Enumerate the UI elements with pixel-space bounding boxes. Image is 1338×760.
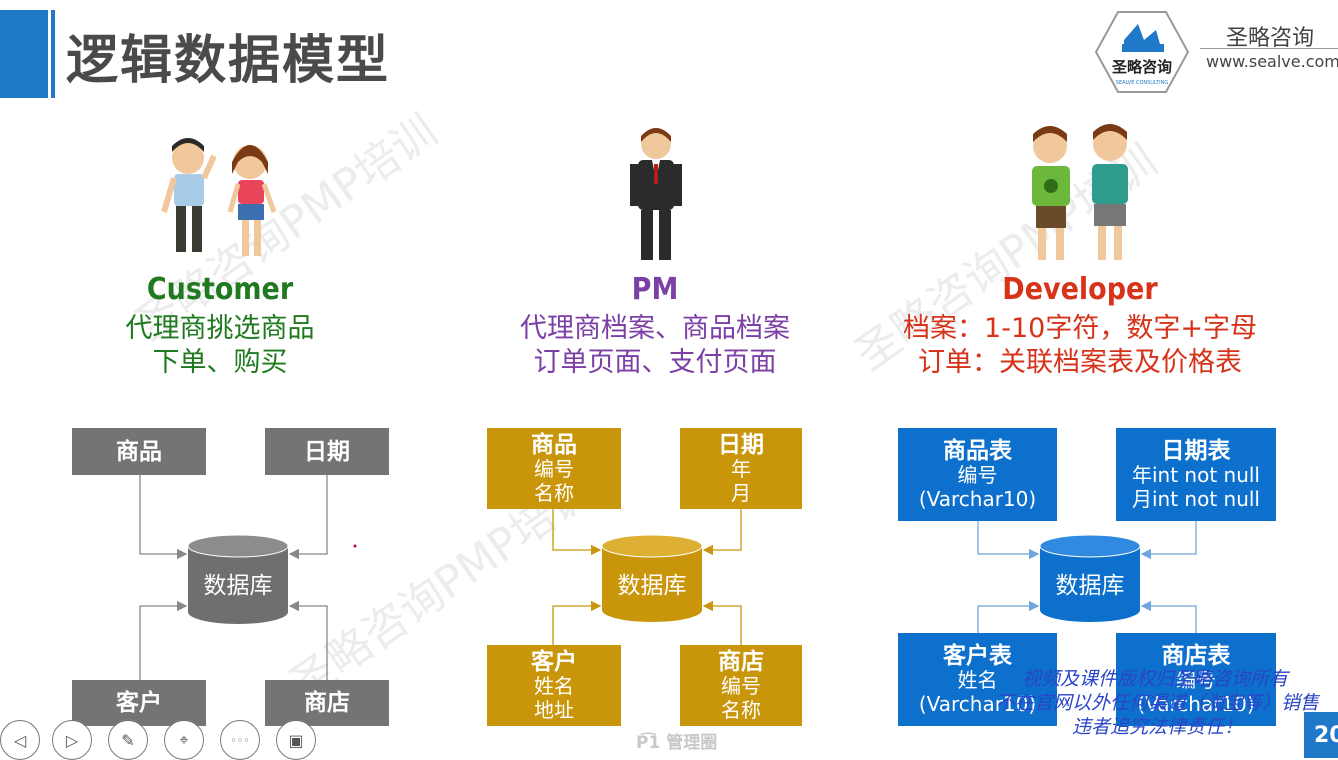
pen-tool-button[interactable]: ✎ — [108, 720, 148, 760]
bottom-watermark-logo-icon: P͡1 — [636, 733, 661, 753]
entity-title: 商品 — [116, 438, 162, 465]
entity-title: 日期表 — [1161, 437, 1231, 464]
entity-product-box: 商品 编号 名称 — [487, 428, 621, 509]
entity-title: 日期 — [304, 438, 350, 465]
database-label: 数据库 — [1055, 573, 1125, 599]
page-number: 20 — [1304, 712, 1338, 758]
bottom-watermark-text: 管理圈 — [666, 733, 718, 753]
next-slide-button[interactable]: ▷ — [52, 720, 92, 760]
screen-icon: ▣ — [288, 730, 304, 750]
entity-field: 地址 — [534, 697, 574, 722]
database-label: 数据库 — [203, 573, 273, 599]
entity-field: 姓名 — [957, 667, 998, 692]
entity-date-box: 日期 — [265, 428, 389, 475]
copyright-notice-line1: 视频及课件版权归圣略咨询所有 — [1022, 668, 1289, 690]
entity-field: (Varchar10) — [918, 486, 1037, 511]
database-label: 数据库 — [617, 573, 687, 599]
entity-field: 名称 — [721, 697, 761, 722]
copyright-notice-line2: 不在官网以外任何渠道（淘宝等）销售 — [996, 692, 1320, 714]
entity-field: 编号 — [957, 462, 998, 487]
entity-date-table-box: 日期表 年int not null 月int not null — [1116, 428, 1276, 521]
entity-field: 编号 — [534, 456, 574, 481]
prev-slide-button[interactable]: ◁ — [0, 720, 40, 760]
copyright-notice-line3: 违者追究法律责任！ — [1072, 716, 1244, 738]
entity-title: 客户 — [531, 648, 577, 675]
entity-store-box: 商店 编号 名称 — [680, 645, 802, 726]
bottom-watermark: P͡1 管理圈 — [636, 728, 717, 753]
entity-title: 客户 — [116, 690, 162, 716]
pointer-tool-button[interactable]: ⌖ — [164, 720, 204, 760]
entity-title: 商品 — [531, 431, 577, 458]
entity-title: 商品表 — [943, 437, 1012, 464]
entity-store-box: 商店 — [265, 680, 389, 726]
entity-product-box: 商品 — [72, 428, 206, 475]
entity-title: 客户表 — [943, 642, 1012, 669]
entity-field: 年 — [731, 456, 751, 481]
entity-customer-box: 客户 姓名 地址 — [487, 645, 621, 726]
more-icon: ◦◦◦ — [230, 733, 250, 747]
screen-options-button[interactable]: ▣ — [276, 720, 316, 760]
entity-field: 月 — [731, 480, 751, 505]
entity-title: 商店 — [718, 648, 764, 675]
entity-field: 姓名 — [534, 673, 574, 698]
pointer-icon: ⌖ — [179, 730, 189, 749]
next-icon: ▷ — [65, 730, 79, 750]
entity-field: 名称 — [534, 480, 574, 505]
entity-field: 编号 — [721, 673, 761, 698]
more-options-button[interactable]: ◦◦◦ — [220, 720, 260, 760]
entity-field: 月int not null — [1131, 486, 1260, 511]
pen-icon: ✎ — [121, 730, 135, 750]
entity-title: 商店 — [304, 690, 350, 716]
entity-title: 日期 — [718, 431, 764, 458]
entity-product-table-box: 商品表 编号 (Varchar10) — [898, 428, 1057, 521]
prev-icon: ◁ — [13, 730, 27, 750]
entity-field: 年int not null — [1131, 462, 1260, 487]
entity-date-box: 日期 年 月 — [680, 428, 802, 509]
